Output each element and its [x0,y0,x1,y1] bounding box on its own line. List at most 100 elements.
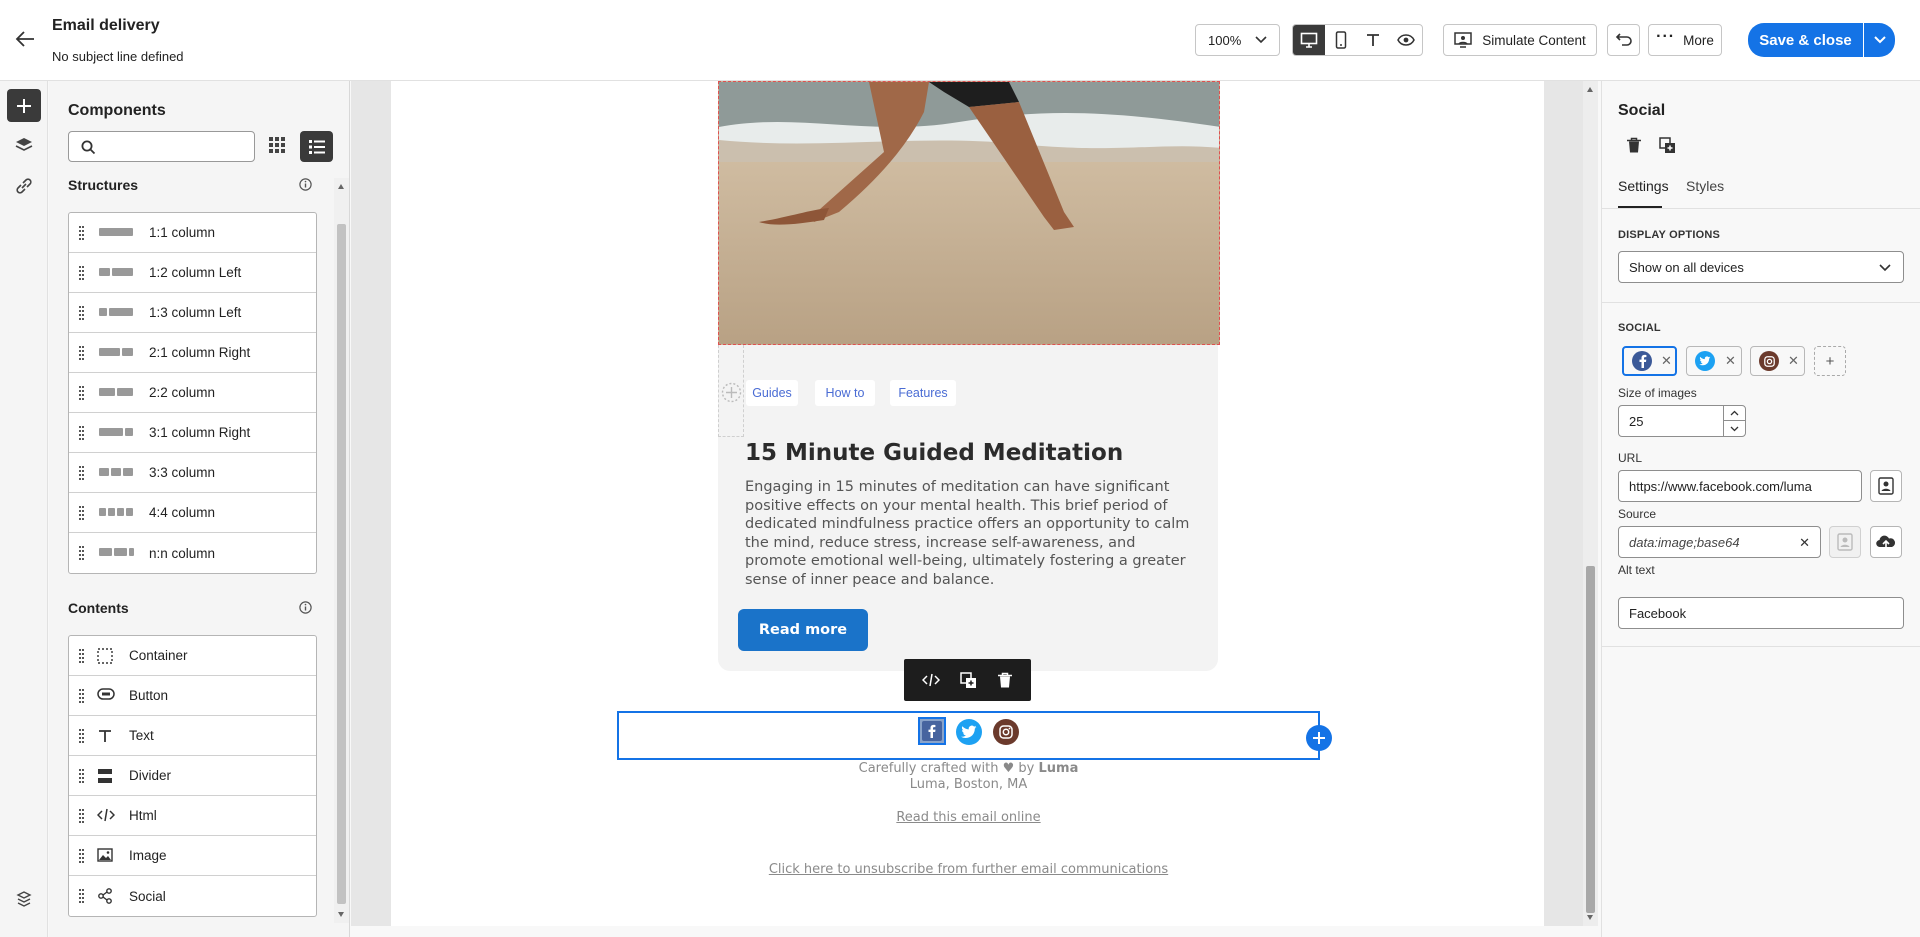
canvas-scrollbar[interactable] [1583,81,1598,926]
url-personalize-button[interactable] [1870,470,1902,502]
drag-handle-icon[interactable] [79,506,84,520]
back-arrow-icon[interactable] [14,28,36,50]
drag-handle-icon[interactable] [79,889,84,903]
tag-features[interactable]: Features [890,380,956,406]
structure-item[interactable]: 1:1 column [69,213,316,253]
remove-x-icon[interactable]: ✕ [1661,353,1672,369]
save-close-button[interactable]: Save & close [1748,23,1863,57]
clear-x-icon[interactable]: ✕ [1799,535,1810,551]
chevron-down-icon[interactable] [1724,421,1745,436]
hero-image[interactable] [718,81,1220,345]
chevron-up-icon[interactable] [1724,406,1745,421]
structure-item[interactable]: 1:3 column Left [69,293,316,333]
twitter-icon[interactable] [956,719,982,745]
read-online-link[interactable]: Read this email online [617,810,1320,825]
scroll-thumb[interactable] [337,224,346,904]
upload-button[interactable] [1870,526,1902,558]
content-item[interactable]: Container [69,636,316,676]
instagram-icon[interactable] [993,719,1019,745]
duplicate-icon[interactable] [1659,137,1676,154]
duplicate-icon[interactable] [960,671,977,689]
social-block[interactable] [617,711,1332,760]
content-item[interactable]: Divider [69,756,316,796]
unsubscribe-link[interactable]: Click here to unsubscribe from further e… [617,862,1320,877]
add-block-icon[interactable] [1306,725,1332,751]
drag-handle-icon[interactable] [79,266,84,280]
drag-handle-icon[interactable] [79,306,84,320]
preview-eye-icon[interactable] [1389,25,1422,55]
social-chip-instagram[interactable]: ✕ [1750,346,1805,376]
url-input[interactable]: https://www.facebook.com/luma [1618,470,1862,502]
scroll-up-arrow-icon[interactable] [338,184,344,189]
drag-handle-icon[interactable] [79,346,84,360]
social-chip-facebook[interactable]: ✕ [1622,346,1677,376]
drag-handle-icon[interactable] [79,849,84,863]
drag-handle-icon[interactable] [79,386,84,400]
zoom-select[interactable]: 100% [1195,24,1280,56]
structure-item[interactable]: 2:2 column [69,373,316,413]
size-input[interactable]: 25 [1618,405,1724,437]
structure-item[interactable]: n:n column [69,533,316,573]
list-view-icon[interactable] [300,131,333,162]
desktop-icon[interactable] [1293,25,1325,55]
structure-item[interactable]: 4:4 column [69,493,316,533]
mobile-icon[interactable] [1325,25,1357,55]
scroll-thumb[interactable] [1586,566,1595,913]
structure-item[interactable]: 3:1 column Right [69,413,316,453]
content-item[interactable]: Image [69,836,316,876]
tag-guides[interactable]: Guides [746,380,798,406]
info-icon[interactable] [299,601,312,614]
search-input[interactable] [103,135,251,158]
display-options-select[interactable]: Show on all devices [1618,251,1904,283]
trash-icon[interactable] [1626,137,1642,154]
alt-text-input[interactable]: Facebook [1618,597,1904,629]
components-scrollbar[interactable] [334,178,349,923]
trash-icon[interactable] [997,672,1013,689]
remove-x-icon[interactable]: ✕ [1725,353,1736,369]
drag-handle-icon[interactable] [79,729,84,743]
content-item[interactable]: Button [69,676,316,716]
content-item[interactable]: Social [69,876,316,916]
grid-view-icon[interactable] [268,136,286,154]
read-more-button[interactable]: Read more [738,609,868,651]
add-social-icon[interactable]: + [1814,346,1846,376]
drag-handle-icon[interactable] [79,466,84,480]
structure-item[interactable]: 2:1 column Right [69,333,316,373]
structure-item[interactable]: 3:3 column [69,453,316,493]
drag-handle-icon[interactable] [79,546,84,560]
content-item[interactable]: Text [69,716,316,756]
scroll-down-arrow-icon[interactable] [1587,915,1593,920]
tab-styles[interactable]: Styles [1686,178,1724,194]
drag-handle-icon[interactable] [79,649,84,663]
remove-x-icon[interactable]: ✕ [1788,353,1799,369]
content-item[interactable]: Html [69,796,316,836]
add-column-placeholder[interactable] [718,345,744,437]
social-chip-twitter[interactable]: ✕ [1686,346,1742,376]
article-title[interactable]: 15 Minute Guided Meditation [745,440,1123,466]
more-button[interactable]: ··· More [1648,24,1722,56]
save-options-dropdown[interactable] [1864,23,1895,57]
undo-button[interactable] [1607,24,1640,56]
drag-handle-icon[interactable] [79,809,84,823]
link-icon[interactable] [14,176,34,196]
code-icon[interactable] [922,673,940,687]
size-stepper[interactable] [1723,405,1746,437]
tag-how-to[interactable]: How to [815,380,875,406]
scroll-up-arrow-icon[interactable] [1587,87,1593,92]
structure-item[interactable]: 1:2 column Left [69,253,316,293]
article-body[interactable]: Engaging in 15 minutes of meditation can… [745,478,1189,590]
scroll-down-arrow-icon[interactable] [338,912,344,917]
add-components-icon[interactable] [7,89,41,122]
tab-settings[interactable]: Settings [1618,178,1669,194]
source-input[interactable]: data:image;base64 ✕ [1618,526,1821,558]
drag-handle-icon[interactable] [79,769,84,783]
info-icon[interactable] [299,178,312,191]
drag-handle-icon[interactable] [79,689,84,703]
simulate-content-button[interactable]: Simulate Content [1443,24,1597,56]
text-mode-icon[interactable] [1357,25,1389,55]
facebook-icon[interactable] [918,717,946,745]
layers-settings-icon[interactable] [15,890,33,908]
drag-handle-icon[interactable] [79,426,84,440]
drag-handle-icon[interactable] [79,226,84,240]
add-circle-icon[interactable] [721,382,742,403]
